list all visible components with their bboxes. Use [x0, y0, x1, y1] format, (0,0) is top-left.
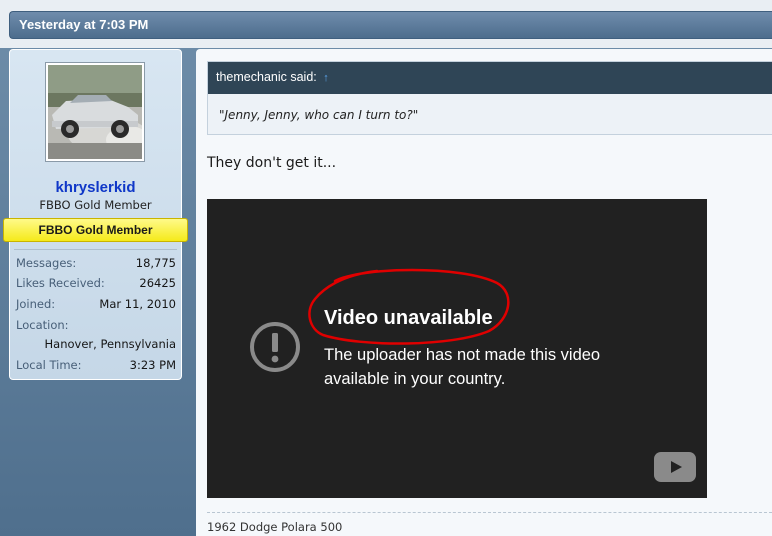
stat-row-messages: Messages: 18,775 [16, 256, 176, 274]
quote-author-label: themechanic said: [216, 70, 317, 84]
stat-value[interactable]: 26425 [139, 276, 176, 290]
stat-row-likes: Likes Received: 26425 [16, 276, 176, 294]
signature-divider [207, 512, 772, 513]
user-banner: FBBO Gold Member [3, 218, 188, 242]
username[interactable]: khryslerkid [10, 179, 181, 196]
quote-header: themechanic said: ↑ [208, 62, 772, 94]
stat-value-location[interactable]: Hanover, Pennsylvania [45, 337, 177, 351]
quote-jump-icon[interactable]: ↑ [323, 72, 329, 84]
user-title: FBBO Gold Member [39, 198, 152, 212]
avatar[interactable] [45, 62, 145, 162]
user-info-card: khryslerkid FBBO Gold Member FBBO Gold M… [3, 49, 188, 380]
stat-value: 3:23 PM [129, 358, 176, 372]
stat-row-joined: Joined: Mar 11, 2010 [16, 297, 176, 315]
stat-row-location-value: Hanover, Pennsylvania [16, 337, 177, 355]
red-annotation-circle [308, 268, 510, 345]
video-title: Video unavailable [324, 307, 493, 329]
quote-block: themechanic said: ↑ "Jenny, Jenny, who c… [207, 61, 772, 135]
avatar-image [48, 65, 142, 159]
stat-row-local-time: Local Time: 3:23 PM [16, 358, 176, 376]
stats-divider [14, 249, 177, 250]
signature: 1962 Dodge Polara 500 [207, 520, 343, 534]
stat-label: Joined: [16, 297, 56, 311]
stat-label: Local Time: [16, 358, 82, 372]
post-header: Yesterday at 7:03 PM [0, 0, 772, 48]
post-content: themechanic said: ↑ "Jenny, Jenny, who c… [196, 49, 772, 536]
stat-label: Location: [16, 318, 69, 332]
video-embed[interactable]: Video unavailable The uploader has not m… [207, 199, 707, 498]
quote-text: "Jenny, Jenny, who can I turn to?" [219, 108, 419, 122]
stat-row-location-label: Location: [16, 318, 176, 336]
youtube-play-icon[interactable] [654, 452, 696, 482]
stat-label: Messages: [16, 256, 77, 270]
post-date[interactable]: Yesterday at 7:03 PM [19, 17, 148, 32]
post-text: They don't get it... [207, 155, 337, 171]
quote-author: themechanic said: ↑ [216, 70, 329, 84]
video-message: The uploader has not made this video ava… [324, 346, 601, 388]
stat-label: Likes Received: [16, 276, 105, 290]
alert-circle-icon [250, 322, 300, 372]
post-date-bar: Yesterday at 7:03 PM [9, 11, 772, 39]
stat-value[interactable]: 18,775 [136, 256, 176, 270]
stat-value: Mar 11, 2010 [99, 297, 176, 311]
